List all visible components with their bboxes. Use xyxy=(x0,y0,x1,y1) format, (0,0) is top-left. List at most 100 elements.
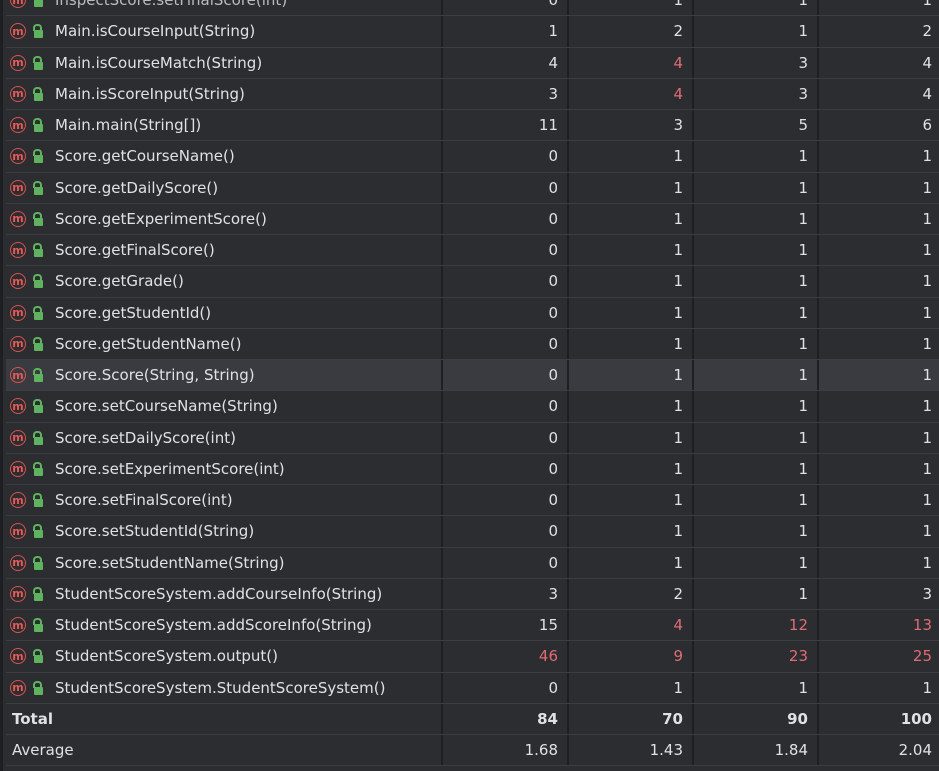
table-row[interactable]: m StudentScoreSystem.addCourseInfo(String… xyxy=(6,578,939,610)
table-row[interactable]: m InspectScore.setFinalScore(int) 0 1 1 1 xyxy=(6,0,939,17)
method-cell: m Score.getFinalScore() xyxy=(6,235,443,266)
metric-value: 2 xyxy=(569,578,694,609)
average-value: 1.84 xyxy=(694,735,819,766)
metric-value: 1 xyxy=(694,297,819,328)
method-cell: m Score.getGrade() xyxy=(6,266,443,297)
public-lock-icon xyxy=(31,0,43,8)
metric-value: 1 xyxy=(694,516,819,547)
method-name: StudentScoreSystem.addCourseInfo(String) xyxy=(55,584,383,603)
metric-value: 0 xyxy=(443,672,569,703)
table-row[interactable]: m Score.setExperimentScore(int) 0 1 1 1 xyxy=(6,453,939,485)
metric-value: 1 xyxy=(922,428,932,447)
metric-value: 2 xyxy=(569,16,694,47)
metric-value: 1 xyxy=(694,547,819,578)
table-row[interactable]: m Score.setStudentName(String) 0 1 1 1 xyxy=(6,547,939,579)
table-row[interactable]: m Main.main(String[]) 11 3 5 6 xyxy=(6,110,939,142)
metric-value: 46 xyxy=(443,641,569,672)
public-lock-icon xyxy=(31,617,43,633)
metric-value: 1 xyxy=(569,391,694,422)
table-row[interactable]: m StudentScoreSystem.StudentScoreSystem()… xyxy=(6,672,939,704)
table-row[interactable]: m Main.isCourseInput(String) 1 2 1 2 xyxy=(6,16,939,48)
method-name: StudentScoreSystem.StudentScoreSystem() xyxy=(55,678,386,697)
public-lock-icon xyxy=(31,86,43,102)
method-icon: m xyxy=(10,117,26,134)
metric-value: 1 xyxy=(922,334,932,353)
metric-value: 1 xyxy=(922,178,932,197)
method-icon: m xyxy=(10,210,26,227)
table-row[interactable]: m Score.getExperimentScore() 0 1 1 1 xyxy=(6,203,939,235)
metric-value: 1 xyxy=(694,360,819,391)
metric-value: 1 xyxy=(922,522,932,541)
public-lock-icon xyxy=(31,461,43,477)
table-row[interactable]: m Score.setDailyScore(int) 0 1 1 1 xyxy=(6,422,939,454)
metric-value: 0 xyxy=(443,391,569,422)
public-lock-icon xyxy=(31,117,43,133)
method-cell: m Score.setStudentId(String) xyxy=(6,516,443,547)
method-icon: m xyxy=(10,179,26,196)
method-name: Score.setFinalScore(int) xyxy=(55,491,233,510)
table-row[interactable]: m Score.setCourseName(String) 0 1 1 1 xyxy=(6,391,939,423)
metric-value: 1 xyxy=(443,16,569,47)
metric-value: 25 xyxy=(912,647,932,666)
table-row[interactable]: m Score.getCourseName() 0 1 1 1 xyxy=(6,141,939,173)
method-cell: m Main.main(String[]) xyxy=(6,110,443,141)
metric-value: 1 xyxy=(922,241,932,260)
public-lock-icon xyxy=(31,211,43,227)
method-icon: m xyxy=(10,460,26,477)
table-row[interactable]: m Score.setFinalScore(int) 0 1 1 1 xyxy=(6,485,939,517)
table-row[interactable]: m Score.getGrade() 0 1 1 1 xyxy=(6,266,939,298)
method-name: Score.getStudentId() xyxy=(55,303,212,322)
public-lock-icon xyxy=(31,336,43,352)
table-row[interactable]: m Score.setStudentId(String) 0 1 1 1 xyxy=(6,516,939,548)
table-row[interactable]: m Score.getDailyScore() 0 1 1 1 xyxy=(6,172,939,204)
method-cell: m Score.setDailyScore(int) xyxy=(6,422,443,453)
method-name: Main.main(String[]) xyxy=(55,116,202,135)
method-icon: m xyxy=(10,429,26,446)
table-row[interactable]: m Score.getStudentId() 0 1 1 1 xyxy=(6,297,939,329)
method-name: StudentScoreSystem.output() xyxy=(55,647,278,666)
method-cell: m Score.setExperimentScore(int) xyxy=(6,453,443,484)
metric-value: 0 xyxy=(443,297,569,328)
metric-value: 0 xyxy=(443,516,569,547)
table-row[interactable]: m Main.isCourseMatch(String) 4 4 3 4 xyxy=(6,47,939,79)
table-row[interactable]: m StudentScoreSystem.addScoreInfo(String)… xyxy=(6,610,939,642)
metric-value: 1 xyxy=(694,266,819,297)
method-name: Score.setExperimentScore(int) xyxy=(55,459,285,478)
table-row[interactable]: m Score.getFinalScore() 0 1 1 1 xyxy=(6,235,939,267)
table-row[interactable]: m Score.Score(String, String) 0 1 1 1 xyxy=(6,360,939,392)
metric-value: 1 xyxy=(922,459,932,478)
method-icon: m xyxy=(10,554,26,571)
metric-value: 1 xyxy=(922,272,932,291)
average-row: Average 1.68 1.43 1.84 2.04 xyxy=(6,735,939,767)
method-name: Score.setDailyScore(int) xyxy=(55,428,236,447)
public-lock-icon xyxy=(31,523,43,539)
method-icon: m xyxy=(10,85,26,102)
method-icon: m xyxy=(10,0,26,9)
method-icon: m xyxy=(10,335,26,352)
method-name: Score.setStudentName(String) xyxy=(55,553,285,572)
method-name: Main.isCourseMatch(String) xyxy=(55,53,263,72)
table-row[interactable]: m StudentScoreSystem.output() 46 9 23 25 xyxy=(6,641,939,673)
method-name: Score.getExperimentScore() xyxy=(55,209,267,228)
method-cell: m Score.setFinalScore(int) xyxy=(6,485,443,516)
method-icon: m xyxy=(10,23,26,40)
metric-value: 0 xyxy=(443,172,569,203)
metric-value: 1 xyxy=(922,366,932,385)
method-cell: m Score.Score(String, String) xyxy=(6,360,443,391)
metric-value: 5 xyxy=(694,110,819,141)
metric-value: 3 xyxy=(443,78,569,109)
metric-value: 1 xyxy=(694,391,819,422)
metric-value: 1 xyxy=(694,328,819,359)
metric-value: 1 xyxy=(694,141,819,172)
table-row[interactable]: m Main.isScoreInput(String) 3 4 3 4 xyxy=(6,78,939,110)
metric-value: 4 xyxy=(569,47,694,78)
metric-value: 0 xyxy=(443,547,569,578)
method-cell: m Score.getExperimentScore() xyxy=(6,203,443,234)
metric-value: 1 xyxy=(569,203,694,234)
metric-value: 0 xyxy=(443,0,569,16)
metric-value: 4 xyxy=(922,84,932,103)
method-icon: m xyxy=(10,492,26,509)
metric-value: 1 xyxy=(922,397,932,416)
table-row[interactable]: m Score.getStudentName() 0 1 1 1 xyxy=(6,328,939,360)
method-name: Score.getDailyScore() xyxy=(55,178,219,197)
